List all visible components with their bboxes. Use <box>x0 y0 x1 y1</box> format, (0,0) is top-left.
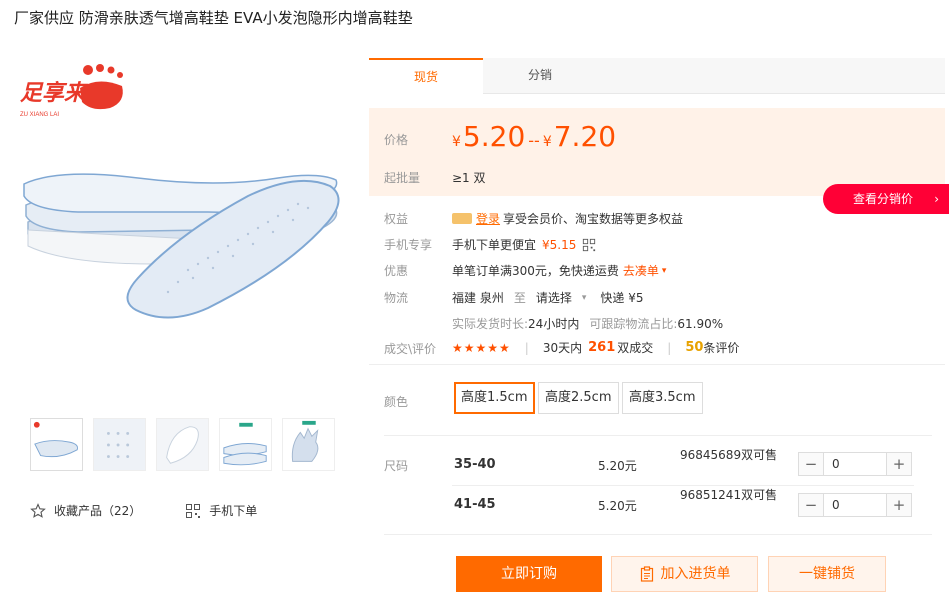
price-low: 5.20 <box>462 120 526 153</box>
size-price-35-40: 5.20元 <box>598 459 637 473</box>
favorite-product-label: 收藏产品（22） <box>54 504 142 518</box>
one-click-distribute-button[interactable]: 一键铺货 <box>768 556 886 592</box>
divider <box>452 485 914 486</box>
color-option-3-5cm[interactable]: 高度3.5cm <box>622 382 703 414</box>
chevron-right-icon: › <box>934 192 939 206</box>
trade-label: 成交\评价 <box>384 342 437 356</box>
divider <box>369 364 945 365</box>
promo-link[interactable]: 去凑单 <box>623 262 659 279</box>
trace-label: 可跟踪物流占比: <box>589 317 678 331</box>
moq-value: ≥1 双 <box>452 171 486 185</box>
thumbnail-3[interactable] <box>156 418 209 471</box>
tab-distribution[interactable]: 分销 <box>483 58 597 94</box>
price-range: ¥ 5.20 -- ¥ 7.20 <box>452 120 616 153</box>
moq-label: 起批量 <box>384 171 421 185</box>
mobile-exclusive-text: 手机下单更便宜 <box>452 238 537 252</box>
minus-button[interactable]: − <box>799 453 823 475</box>
review-count[interactable]: 50 <box>685 340 703 355</box>
quantity-input[interactable]: 0 <box>823 453 887 475</box>
size-stock-41-45: 96851241双可售 <box>680 488 778 502</box>
size-label: 尺码 <box>384 459 409 473</box>
review-unit[interactable]: 条评价 <box>703 339 739 356</box>
color-label: 颜色 <box>384 395 409 409</box>
promo-text: 单笔订单满300元，免快递运费 <box>452 264 619 278</box>
trace-value: 61.90% <box>677 316 724 331</box>
destination-select[interactable]: 请选择 <box>536 289 572 306</box>
minus-button[interactable]: − <box>799 494 823 516</box>
price-label: 价格 <box>384 133 409 147</box>
mobile-exclusive-label: 手机专享 <box>384 238 433 252</box>
thumbnail-4[interactable] <box>219 418 272 471</box>
qr-code-icon[interactable] <box>582 238 596 252</box>
order-now-button[interactable]: 立即订购 <box>456 556 602 592</box>
brand-logo: 足享来 ZU XIANG LAI <box>20 64 123 118</box>
size-name-41-45: 41-45 <box>454 497 496 512</box>
clipboard-list-icon <box>640 566 653 582</box>
thumbnail-strip <box>30 418 335 471</box>
divider <box>384 534 932 535</box>
size-stock-35-40: 96845689双可售 <box>680 448 778 462</box>
mobile-order-button[interactable]: 手机下单 <box>185 502 257 519</box>
logistics-label: 物流 <box>384 291 409 305</box>
thumbnail-1[interactable] <box>30 418 83 471</box>
rating-stars: ★★★★★ <box>452 340 511 355</box>
benefits-label: 权益 <box>384 212 409 226</box>
sold-period: 30天内 <box>542 341 583 355</box>
logo-text: 足享来 <box>20 80 89 106</box>
chevron-down-icon: ▾ <box>581 292 587 303</box>
color-option-1-5cm[interactable]: 高度1.5cm <box>454 382 535 414</box>
currency-symbol-2: ¥ <box>542 134 552 150</box>
vip-badge-icon <box>452 213 472 224</box>
login-link[interactable]: 登录 <box>476 210 500 227</box>
quantity-stepper-35-40: − 0 + <box>798 452 912 476</box>
plus-button[interactable]: + <box>887 453 911 475</box>
add-to-cart-button[interactable]: 加入进货单 <box>611 556 758 592</box>
product-main-image <box>23 173 340 319</box>
qr-code-icon <box>186 503 201 518</box>
tab-in-stock[interactable]: 现货 <box>369 58 483 95</box>
ship-to-word: 至 <box>513 291 526 305</box>
ship-time-label: 实际发货时长: <box>452 317 529 331</box>
price-separator: -- <box>528 131 540 150</box>
benefits-text: 享受会员价、淘宝数据等更多权益 <box>503 212 684 226</box>
favorite-product-button[interactable]: 收藏产品（22） <box>30 502 141 519</box>
view-distribution-price-label: 查看分销价 <box>853 192 914 206</box>
mobile-price: ¥5.15 <box>542 237 577 252</box>
express-fee: 快递 ¥5 <box>600 291 644 305</box>
view-distribution-price-button[interactable]: 查看分销价 › <box>823 184 949 214</box>
divider <box>384 435 932 436</box>
star-outline-icon <box>30 502 46 518</box>
price-high: 7.20 <box>553 120 617 153</box>
currency-symbol: ¥ <box>452 134 461 150</box>
thumbnail-5[interactable] <box>282 418 335 471</box>
quantity-input[interactable]: 0 <box>823 494 887 516</box>
ship-from: 福建 泉州 <box>452 291 504 305</box>
size-name-35-40: 35-40 <box>454 457 496 472</box>
logo-subtext: ZU XIANG LAI <box>20 112 59 118</box>
chevron-down-icon: ▾ <box>661 265 667 276</box>
thumbnail-2[interactable] <box>93 418 146 471</box>
plus-button[interactable]: + <box>887 494 911 516</box>
sold-unit: 双成交 <box>617 341 654 355</box>
color-option-2-5cm[interactable]: 高度2.5cm <box>538 382 619 414</box>
ship-time-value: 24小时内 <box>528 317 580 331</box>
size-price-41-45: 5.20元 <box>598 499 637 513</box>
add-to-cart-label: 加入进货单 <box>660 566 731 582</box>
promo-label: 优惠 <box>384 264 409 278</box>
mobile-order-label: 手机下单 <box>209 504 258 518</box>
quantity-stepper-41-45: − 0 + <box>798 493 912 517</box>
sold-count: 261 <box>588 340 616 355</box>
tab-bar: 现货 分销 <box>369 58 945 95</box>
product-title: 厂家供应 防滑亲肤透气增高鞋垫 EVA小发泡隐形内增高鞋垫 <box>14 9 413 27</box>
